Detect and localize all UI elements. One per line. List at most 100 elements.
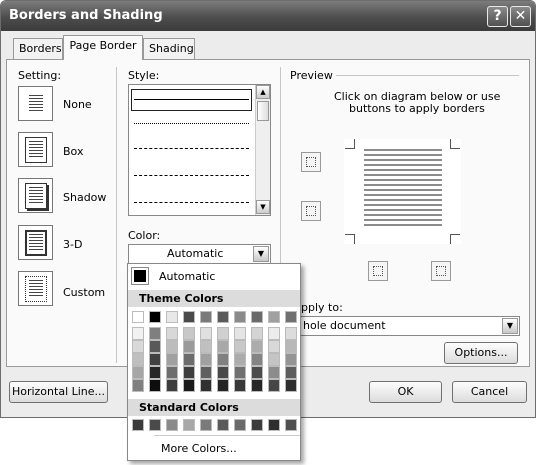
theme-shade-swatch[interactable] <box>166 340 178 353</box>
theme-shade-swatch[interactable] <box>132 327 144 340</box>
theme-shade-swatch[interactable] <box>251 353 263 366</box>
theme-shade-swatch[interactable] <box>285 366 297 379</box>
theme-shade-swatch[interactable] <box>251 327 263 340</box>
theme-color-swatch[interactable] <box>166 311 178 323</box>
theme-shade-swatch[interactable] <box>183 340 195 353</box>
theme-shade-swatch[interactable] <box>251 379 263 392</box>
standard-color-swatch[interactable] <box>234 419 246 431</box>
theme-color-swatch[interactable] <box>234 311 246 323</box>
style-dotted-line[interactable] <box>134 123 249 124</box>
left-border-button[interactable] <box>368 261 388 281</box>
style-scrollbar[interactable]: ▲ ▼ <box>255 85 270 215</box>
theme-shade-swatch[interactable] <box>234 353 246 366</box>
theme-color-swatch[interactable] <box>217 311 229 323</box>
theme-shade-swatch[interactable] <box>166 353 178 366</box>
preview-page[interactable] <box>344 139 461 244</box>
title-bar[interactable]: Borders and Shading ? ✕ <box>1 1 535 31</box>
theme-shade-swatch[interactable] <box>149 379 161 392</box>
theme-shade-swatch[interactable] <box>132 340 144 353</box>
setting-shadow-label[interactable]: Shadow <box>63 191 106 204</box>
theme-shade-swatch[interactable] <box>149 366 161 379</box>
theme-shade-swatch[interactable] <box>234 379 246 392</box>
options-button[interactable]: Options... <box>444 342 518 364</box>
theme-shade-swatch[interactable] <box>234 340 246 353</box>
theme-shade-swatch[interactable] <box>268 340 280 353</box>
theme-color-swatch[interactable] <box>268 311 280 323</box>
theme-shade-swatch[interactable] <box>200 366 212 379</box>
standard-color-swatch[interactable] <box>183 419 195 431</box>
theme-shade-swatch[interactable] <box>217 340 229 353</box>
theme-color-swatch[interactable] <box>132 311 144 323</box>
scroll-thumb[interactable] <box>257 101 269 121</box>
right-border-button[interactable] <box>431 261 451 281</box>
horizontal-line-button[interactable]: Horizontal Line... <box>9 381 108 403</box>
setting-3d-label[interactable]: 3-D <box>63 238 82 251</box>
theme-shade-swatch[interactable] <box>183 327 195 340</box>
top-border-button[interactable] <box>301 152 321 172</box>
theme-shade-swatch[interactable] <box>268 327 280 340</box>
tab-shading[interactable]: Shading <box>143 38 195 59</box>
theme-shade-swatch[interactable] <box>217 379 229 392</box>
scroll-up-arrow-icon[interactable]: ▲ <box>256 85 270 99</box>
theme-shade-swatch[interactable] <box>251 366 263 379</box>
theme-shade-swatch[interactable] <box>183 366 195 379</box>
setting-none-label[interactable]: None <box>63 98 92 111</box>
cancel-button[interactable]: Cancel <box>452 381 527 403</box>
style-dashed-line[interactable] <box>134 148 249 149</box>
style-dash-dot-line[interactable] <box>134 202 249 203</box>
standard-color-swatch[interactable] <box>217 419 229 431</box>
theme-shade-swatch[interactable] <box>183 353 195 366</box>
setting-custom-icon[interactable] <box>18 271 53 306</box>
theme-shade-swatch[interactable] <box>200 340 212 353</box>
theme-shade-swatch[interactable] <box>132 353 144 366</box>
tab-borders[interactable]: Borders <box>13 38 63 59</box>
setting-3d-icon[interactable] <box>18 225 53 260</box>
theme-color-swatch[interactable] <box>149 311 161 323</box>
color-select[interactable]: Automatic ▼ <box>128 244 271 264</box>
chevron-down-icon[interactable]: ▼ <box>253 246 269 262</box>
theme-shade-swatch[interactable] <box>166 327 178 340</box>
standard-color-swatch[interactable] <box>285 419 297 431</box>
theme-shade-swatch[interactable] <box>217 366 229 379</box>
theme-shade-swatch[interactable] <box>234 327 246 340</box>
theme-shade-swatch[interactable] <box>285 353 297 366</box>
theme-shade-swatch[interactable] <box>234 366 246 379</box>
theme-shade-swatch[interactable] <box>149 340 161 353</box>
theme-shade-swatch[interactable] <box>149 353 161 366</box>
theme-shade-swatch[interactable] <box>285 379 297 392</box>
help-button[interactable]: ? <box>487 6 508 27</box>
ok-button[interactable]: OK <box>369 381 442 403</box>
standard-color-swatch[interactable] <box>200 419 212 431</box>
style-long-dash-line[interactable] <box>134 175 249 176</box>
theme-shade-swatch[interactable] <box>251 340 263 353</box>
scroll-down-arrow-icon[interactable]: ▼ <box>256 200 270 214</box>
more-colors-option[interactable]: More Colors... <box>161 442 237 455</box>
theme-shade-swatch[interactable] <box>217 327 229 340</box>
theme-shade-swatch[interactable] <box>200 379 212 392</box>
theme-shade-swatch[interactable] <box>183 379 195 392</box>
theme-color-swatch[interactable] <box>251 311 263 323</box>
theme-shade-swatch[interactable] <box>285 340 297 353</box>
standard-color-swatch[interactable] <box>251 419 263 431</box>
standard-color-swatch[interactable] <box>268 419 280 431</box>
theme-shade-swatch[interactable] <box>268 379 280 392</box>
setting-shadow-icon[interactable] <box>18 178 53 213</box>
standard-color-swatch[interactable] <box>149 419 161 431</box>
chevron-down-icon[interactable]: ▼ <box>502 318 518 334</box>
setting-none-icon[interactable] <box>18 86 53 121</box>
theme-shade-swatch[interactable] <box>268 366 280 379</box>
theme-color-swatch[interactable] <box>183 311 195 323</box>
setting-box-label[interactable]: Box <box>63 145 83 158</box>
theme-shade-swatch[interactable] <box>285 327 297 340</box>
theme-shade-swatch[interactable] <box>166 379 178 392</box>
theme-shade-swatch[interactable] <box>166 366 178 379</box>
theme-shade-swatch[interactable] <box>132 366 144 379</box>
automatic-option[interactable]: Automatic <box>159 270 215 283</box>
theme-color-swatch[interactable] <box>285 311 297 323</box>
theme-shade-swatch[interactable] <box>268 353 280 366</box>
tab-page-border[interactable]: Page Border <box>63 35 143 60</box>
theme-shade-swatch[interactable] <box>200 353 212 366</box>
theme-shade-swatch[interactable] <box>149 327 161 340</box>
style-list[interactable]: ▲ ▼ <box>128 84 271 216</box>
setting-custom-label[interactable]: Custom <box>63 286 105 299</box>
